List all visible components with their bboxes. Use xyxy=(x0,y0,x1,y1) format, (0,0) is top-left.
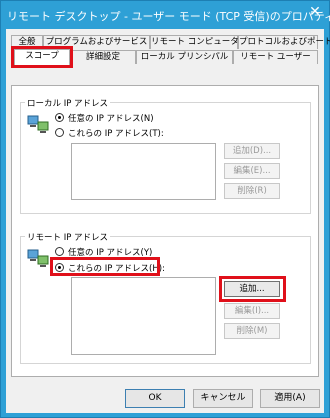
remote-any-label: 任意の IP アドレス(Y) xyxy=(68,248,153,258)
local-edit-button[interactable]: 編集(E)... xyxy=(224,163,280,179)
local-remove-button[interactable]: 削除(R) xyxy=(224,183,280,199)
remote-these-label: これらの IP アドレス(H): xyxy=(68,264,165,274)
remote-ip-group: リモート IP アドレス 任意の IP アドレス(Y) これらの IP アドレス… xyxy=(20,231,311,364)
local-ip-heading: ローカル IP アドレス xyxy=(25,97,111,109)
remote-these-radio[interactable] xyxy=(55,263,64,272)
cancel-button[interactable]: キャンセル xyxy=(193,389,253,408)
local-these-option[interactable]: これらの IP アドレス(T): xyxy=(55,127,164,139)
tab-local-principals[interactable]: ローカル プリンシパル xyxy=(136,50,233,64)
local-these-radio[interactable] xyxy=(55,128,64,137)
local-any-label: 任意の IP アドレス(N) xyxy=(68,114,154,124)
local-ip-list[interactable] xyxy=(71,143,216,200)
local-any-radio[interactable] xyxy=(55,113,64,122)
local-these-label: これらの IP アドレス(T): xyxy=(68,129,164,139)
remote-any-option[interactable]: 任意の IP アドレス(Y) xyxy=(55,246,152,258)
ok-button[interactable]: OK xyxy=(125,389,185,408)
apply-button[interactable]: 適用(A) xyxy=(260,389,320,408)
properties-dialog: リモート デスクトップ - ユーザー モード (TCP 受信)のプロパティ ✕ … xyxy=(0,0,330,418)
tab-advanced[interactable]: 詳細設定 xyxy=(70,50,136,64)
tab-general[interactable]: 全般 xyxy=(11,35,43,49)
remote-these-option[interactable]: これらの IP アドレス(H): xyxy=(55,262,165,274)
remote-any-radio[interactable] xyxy=(55,247,64,256)
remote-remove-button[interactable]: 削除(M) xyxy=(224,323,280,339)
close-icon[interactable]: ✕ xyxy=(305,3,325,21)
remote-edit-button[interactable]: 編集(I)... xyxy=(224,303,280,319)
local-add-button[interactable]: 追加(D)... xyxy=(224,143,280,159)
scope-panel: ローカル IP アドレス 任意の IP アドレス(N) これらの IP アドレス… xyxy=(11,85,319,377)
dialog-body: 全般 プログラムおよびサービス リモート コンピューター プロトコルおよびポート… xyxy=(6,29,330,413)
title-bar[interactable]: リモート デスクトップ - ユーザー モード (TCP 受信)のプロパティ ✕ xyxy=(1,1,330,29)
tab-remote-computers[interactable]: リモート コンピューター xyxy=(150,35,247,49)
remote-ip-heading: リモート IP アドレス xyxy=(25,231,111,243)
tab-protocols-ports[interactable]: プロトコルおよびポート xyxy=(238,35,330,49)
tab-remote-users[interactable]: リモート ユーザー xyxy=(233,50,318,64)
network-computers-icon xyxy=(27,115,49,133)
local-ip-group: ローカル IP アドレス 任意の IP アドレス(N) これらの IP アドレス… xyxy=(20,97,311,214)
tab-scope[interactable]: スコープ xyxy=(14,49,70,66)
remote-ip-list[interactable] xyxy=(71,277,216,355)
remote-add-button[interactable]: 追加... xyxy=(224,281,280,297)
tab-programs-services[interactable]: プログラムおよびサービス xyxy=(43,35,150,49)
window-title: リモート デスクトップ - ユーザー モード (TCP 受信)のプロパティ xyxy=(7,10,330,23)
local-any-option[interactable]: 任意の IP アドレス(N) xyxy=(55,112,154,124)
network-computers-icon xyxy=(27,249,49,267)
